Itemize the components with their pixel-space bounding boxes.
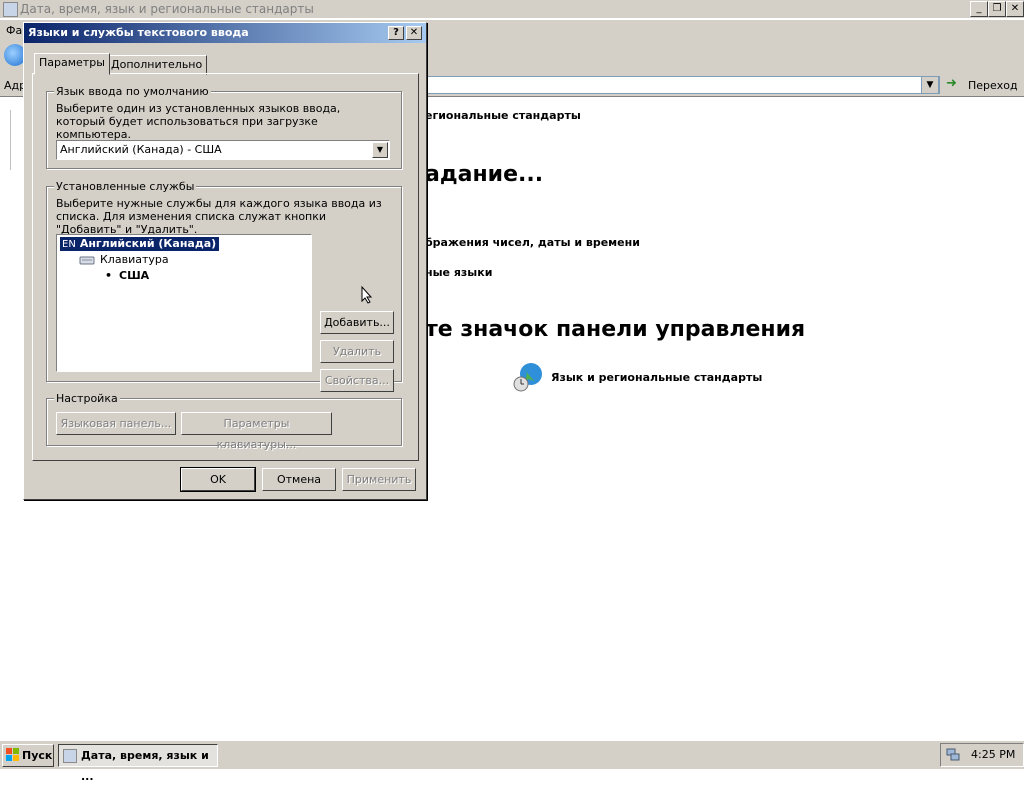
main-title-bar: Дата, время, язык и региональные стандар… [0, 0, 1024, 18]
task-link-languages[interactable]: ные языки [425, 266, 492, 279]
default-language-description: Выберите один из установленных языков вв… [56, 102, 341, 141]
add-button[interactable]: Добавить... [320, 311, 394, 334]
apply-button[interactable]: Применить [342, 468, 416, 491]
tab-advanced[interactable]: Дополнительно [106, 55, 208, 75]
menu-file[interactable]: Фа [6, 24, 22, 37]
taskbar-button-label: Дата, время, язык и ... [81, 749, 209, 783]
keyboard-icon [79, 254, 95, 266]
windows-logo-icon [6, 748, 20, 762]
dialog-close-button[interactable]: ✕ [406, 26, 422, 40]
tree-item-layout[interactable]: США [119, 269, 149, 282]
close-button[interactable]: ✕ [1006, 1, 1024, 17]
properties-button[interactable]: Свойства... [320, 369, 394, 392]
clock: 4:25 PM [971, 748, 1016, 761]
chevron-down-icon[interactable]: ▼ [372, 142, 388, 158]
language-bar-button[interactable]: Языковая панель... [56, 412, 176, 435]
heading-pick-icon: те значок панели управления [425, 317, 806, 342]
task-link-formats[interactable]: бражения чисел, даты и времени [425, 236, 640, 249]
text-services-dialog: Языки и службы текстового ввода ? ✕ Пара… [23, 22, 427, 500]
cancel-button[interactable]: Отмена [262, 468, 336, 491]
remove-button[interactable]: Удалить [320, 340, 394, 363]
tree-item-language[interactable]: EN Английский (Канада) [60, 237, 220, 251]
control-panel-icon [63, 749, 77, 763]
default-language-label: Язык ввода по умолчанию [54, 85, 211, 98]
heading-pick-task: адание... [425, 162, 544, 187]
tree-language-label: Английский (Канада) [79, 237, 217, 250]
tab-panel: Язык ввода по умолчанию Выберите один из… [32, 73, 419, 461]
tab-parameters[interactable]: Параметры [34, 53, 110, 75]
installed-services-label: Установленные службы [54, 180, 197, 193]
control-panel-icon [3, 2, 18, 17]
mouse-cursor-icon [361, 285, 373, 304]
language-code-badge: EN [62, 239, 76, 250]
services-tree[interactable]: EN Английский (Канада) Клавиатура • США [56, 234, 312, 372]
start-button[interactable]: Пуск [2, 744, 54, 767]
minimize-button[interactable]: _ [970, 1, 988, 17]
bullet-icon: • [105, 269, 113, 282]
restore-button[interactable]: ❐ [988, 1, 1006, 17]
start-label: Пуск [22, 749, 53, 762]
address-dropdown-button[interactable]: ▼ [921, 76, 939, 94]
installed-services-description: Выберите нужные службы для каждого языка… [56, 197, 382, 236]
default-language-select[interactable]: Английский (Канада) - США ▼ [56, 140, 390, 160]
settings-label: Настройка [54, 392, 120, 405]
dialog-title-bar: Языки и службы текстового ввода ? ✕ [24, 23, 426, 43]
go-arrow-icon[interactable]: ➜ [946, 77, 962, 91]
network-icon[interactable] [946, 747, 960, 761]
help-button[interactable]: ? [388, 26, 404, 40]
go-button[interactable]: Переход [968, 79, 1018, 92]
system-tray: 4:25 PM [940, 743, 1024, 767]
default-language-value: Английский (Канада) - США [60, 143, 222, 156]
breadcrumb: егиональные стандарты [425, 109, 581, 122]
ok-button[interactable]: OK [180, 467, 256, 492]
icon-link-regional[interactable]: Язык и региональные стандарты [551, 371, 762, 384]
globe-clock-icon[interactable] [513, 362, 543, 392]
taskbar-button-control-panel[interactable]: Дата, время, язык и ... [58, 744, 218, 783]
main-window-title: Дата, время, язык и региональные стандар… [20, 2, 314, 16]
dialog-title: Языки и службы текстового ввода [28, 26, 249, 39]
tree-item-keyboard[interactable]: Клавиатура [100, 253, 169, 266]
keyboard-settings-button[interactable]: Параметры клавиатуры... [181, 412, 332, 451]
